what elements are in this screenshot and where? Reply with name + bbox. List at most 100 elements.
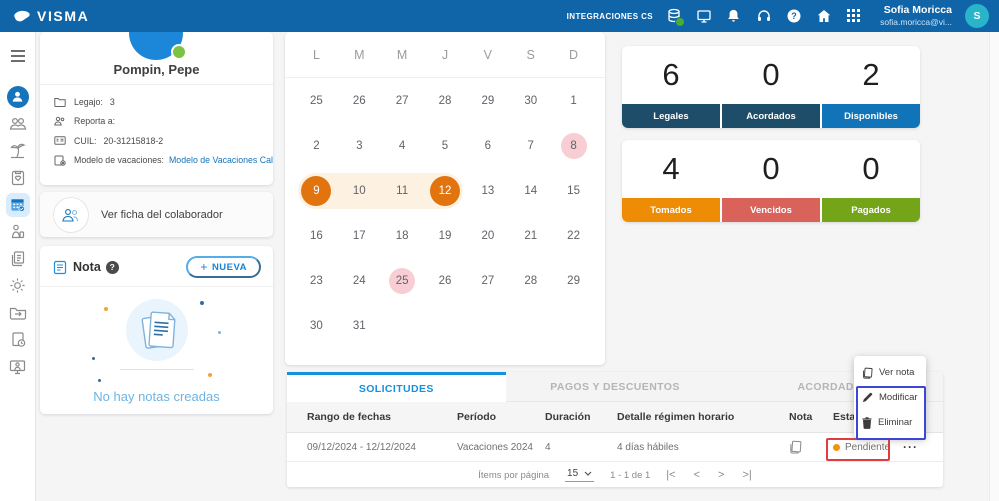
calendar-day[interactable]: 17 xyxy=(338,213,381,258)
calendar-day[interactable]: 22 xyxy=(552,213,595,258)
tabs-bar: SOLICITUDES PAGOS Y DESCUENTOS ACORDADOS xyxy=(287,372,944,402)
status-label: Pendiente xyxy=(845,441,891,453)
calendar-day[interactable]: 2 xyxy=(295,123,338,168)
page-scrollbar[interactable] xyxy=(989,32,999,501)
calendar-day[interactable]: 3 xyxy=(338,123,381,168)
help-icon[interactable]: ? xyxy=(786,8,803,25)
status-badge: Pendiente xyxy=(833,442,903,453)
calendar-day-in-range[interactable]: 11 xyxy=(379,168,425,213)
nota-help-icon[interactable]: ? xyxy=(105,260,119,274)
calendar-day-range-end[interactable]: 12 xyxy=(422,168,467,213)
vacation-model-link[interactable]: Modelo de Vacaciones Calendario xyxy=(169,155,273,165)
calendar-day[interactable]: 13 xyxy=(466,168,509,213)
sidebar-item-profile[interactable] xyxy=(0,83,35,110)
calendar-day[interactable]: 15 xyxy=(552,168,595,213)
calendar-day[interactable]: 29 xyxy=(466,78,509,123)
collaborator-illustration-icon xyxy=(53,196,89,233)
monitor-icon[interactable] xyxy=(696,8,713,25)
calendar-day xyxy=(381,303,424,348)
calendar-day[interactable]: 1 xyxy=(552,78,595,123)
new-note-label: NUEVA xyxy=(211,261,247,273)
bell-icon[interactable] xyxy=(726,8,743,25)
last-page-button[interactable]: >| xyxy=(742,469,751,481)
sidebar-item-documents[interactable] xyxy=(0,245,35,272)
calendar-day[interactable]: 25 xyxy=(295,78,338,123)
calendar-day[interactable]: 16 xyxy=(295,213,338,258)
calendar-day[interactable]: 18 xyxy=(381,213,424,258)
calendar-day[interactable]: 7 xyxy=(509,123,552,168)
calendar-day[interactable]: 29 xyxy=(552,258,595,303)
calendar-day-soft-highlight[interactable]: 8 xyxy=(552,123,595,168)
prev-page-button[interactable]: < xyxy=(694,469,700,481)
calendar-day[interactable]: 30 xyxy=(509,78,552,123)
svg-text:?: ? xyxy=(791,11,797,21)
user-info[interactable]: Sofia Moricca sofia.moricca@vi... xyxy=(880,4,952,28)
sidebar-item-evaluations[interactable] xyxy=(0,164,35,191)
calendar-day[interactable]: 4 xyxy=(381,123,424,168)
stat-tomados: 4 Tomados xyxy=(622,140,720,222)
calendar-day-soft-highlight[interactable]: 25 xyxy=(381,258,424,303)
calendar-day[interactable]: 26 xyxy=(338,78,381,123)
calendar-day-range-start[interactable]: 9 xyxy=(295,168,339,213)
calendar-day[interactable]: 30 xyxy=(295,303,338,348)
calendar-day-in-range[interactable]: 10 xyxy=(336,168,382,213)
calendar-day[interactable]: 21 xyxy=(509,213,552,258)
table-row[interactable]: 09/12/2024 - 12/12/2024 Vacaciones 2024 … xyxy=(287,433,943,462)
calendar-day[interactable]: 28 xyxy=(509,258,552,303)
calendar-day[interactable]: 6 xyxy=(466,123,509,168)
menu-item-eliminar[interactable]: Eliminar xyxy=(854,410,926,435)
tab-solicitudes[interactable]: SOLICITUDES xyxy=(287,372,506,402)
field-reporta: Reporta a: xyxy=(54,112,265,132)
calendar-day[interactable]: 31 xyxy=(338,303,381,348)
first-page-button[interactable]: |< xyxy=(666,469,675,481)
calendar-day[interactable]: 14 xyxy=(509,168,552,213)
sidebar-item-remote-work[interactable] xyxy=(0,353,35,380)
nota-card: Nota ? + NUEVA No hay notas creadas xyxy=(40,246,273,414)
apps-grid-icon[interactable] xyxy=(846,8,863,25)
menu-item-ver-nota[interactable]: Ver nota xyxy=(854,360,926,385)
calendar-day[interactable]: 27 xyxy=(466,258,509,303)
top-navigation-bar: VISMA INTEGRACIONES CS ? Sofia Moricca s… xyxy=(0,0,999,32)
palm-tree-icon xyxy=(9,143,26,158)
calendar-day[interactable]: 27 xyxy=(381,78,424,123)
calendar-day[interactable]: 19 xyxy=(424,213,467,258)
sidebar-item-services[interactable] xyxy=(0,218,35,245)
calendar-day[interactable]: 5 xyxy=(424,123,467,168)
cell-period: Vacaciones 2024 xyxy=(457,441,533,453)
next-page-button[interactable]: > xyxy=(718,469,724,481)
sidebar-item-settings[interactable] xyxy=(0,272,35,299)
tab-pagos-y-descuentos[interactable]: PAGOS Y DESCUENTOS xyxy=(505,372,725,402)
trash-icon xyxy=(862,416,872,429)
stacked-documents-icon xyxy=(141,311,176,349)
row-actions-menu-icon[interactable]: ··· xyxy=(903,440,918,454)
calendar-day[interactable]: 23 xyxy=(295,258,338,303)
sidebar-item-transfers[interactable] xyxy=(0,299,35,326)
user-avatar[interactable]: S xyxy=(965,4,989,28)
sidebar-item-team[interactable] xyxy=(0,110,35,137)
empty-notes-illustration xyxy=(40,287,273,387)
calendar-day[interactable]: 28 xyxy=(424,78,467,123)
sidebar-item-records[interactable] xyxy=(0,326,35,353)
ver-ficha-button[interactable]: Ver ficha del colaborador xyxy=(40,192,273,237)
field-modelo-vacaciones: Modelo de vacaciones: Modelo de Vacacion… xyxy=(54,151,273,171)
headset-icon[interactable] xyxy=(756,8,773,25)
visma-logo[interactable]: VISMA xyxy=(14,8,89,24)
menu-item-modificar[interactable]: Modificar xyxy=(854,385,926,410)
calendar-day-headers: L M M J V S D xyxy=(285,32,605,78)
vacation-stats-row-1: 6 Legales 0 Acordados 2 Disponibles xyxy=(622,46,920,128)
page-size-select[interactable]: 15 xyxy=(565,468,595,482)
pencil-icon xyxy=(862,392,873,403)
row-note-icon[interactable] xyxy=(789,440,802,454)
stat-disponibles: 2 Disponibles xyxy=(820,46,920,128)
sidebar-item-calendar[interactable] xyxy=(0,191,35,218)
calendar-day[interactable]: 20 xyxy=(466,213,509,258)
sidebar-item-vacations[interactable] xyxy=(0,137,35,164)
calendar-day[interactable]: 26 xyxy=(424,258,467,303)
calendar-day[interactable]: 24 xyxy=(338,258,381,303)
new-note-button[interactable]: + NUEVA xyxy=(186,256,261,278)
cell-range: 09/12/2024 - 12/12/2024 xyxy=(307,441,416,453)
home-icon[interactable] xyxy=(816,8,833,25)
hamburger-menu-icon[interactable] xyxy=(0,42,35,69)
field-cuil: CUIL: 20-31215818-2 xyxy=(54,131,265,151)
database-check-icon[interactable] xyxy=(666,8,686,27)
